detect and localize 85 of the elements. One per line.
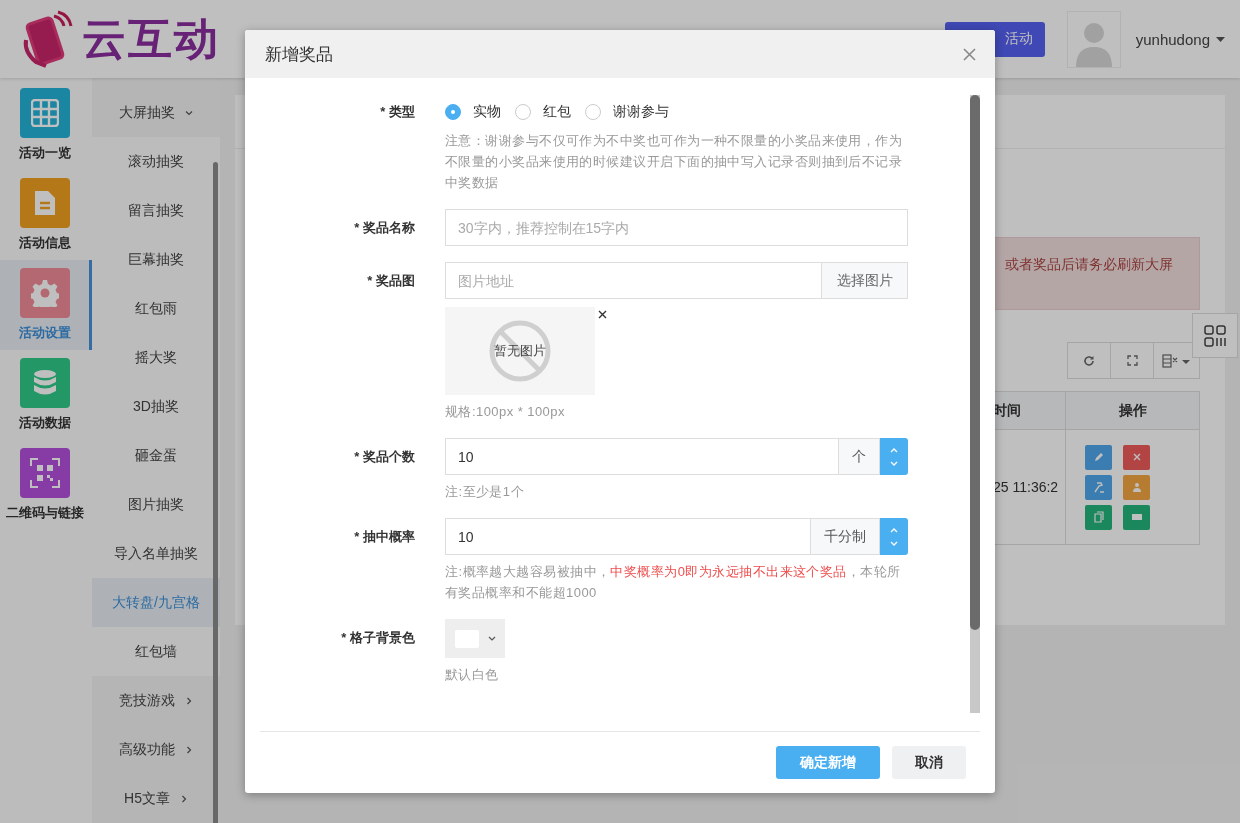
edit-button[interactable]	[1085, 444, 1112, 470]
image-url-field[interactable]: 图片地址	[445, 262, 822, 299]
alert-text: 或者奖品后请务必刷新大屏	[1005, 256, 1173, 274]
pencil-icon	[1092, 451, 1105, 463]
person-icon	[1130, 481, 1143, 493]
fullscreen-icon	[1126, 355, 1138, 366]
sidebar-label: 二维码与链接	[5, 504, 84, 522]
caret-icon[interactable]	[1216, 36, 1225, 42]
scrollbar[interactable]	[213, 162, 218, 823]
radio-option[interactable]: 谢谢参与	[585, 103, 669, 121]
refresh-icon	[1083, 354, 1095, 367]
layout-button[interactable]	[1192, 313, 1238, 358]
columns-icon	[1161, 353, 1192, 368]
field-hint: 默认白色	[445, 666, 500, 684]
sidebar-label: 活动信息	[18, 234, 71, 252]
column-header: 操作	[1065, 392, 1199, 429]
submenu-group[interactable]: 高级功能	[92, 725, 220, 774]
field-label: * 奖品图	[366, 272, 415, 290]
submenu-item[interactable]: 3D抽奖	[92, 382, 220, 431]
copy-button[interactable]	[1085, 504, 1112, 530]
sidebar-label: 活动一览	[18, 144, 71, 162]
field-label: * 类型	[379, 103, 415, 121]
submenu-item[interactable]: 滚动抽奖	[92, 137, 220, 186]
color-picker[interactable]	[445, 619, 505, 658]
sidebar-item[interactable]: 活动信息	[0, 170, 92, 260]
field-label: * 奖品个数	[353, 448, 415, 466]
submenu-item[interactable]: 图片抽奖	[92, 480, 220, 529]
scrollbar[interactable]	[970, 95, 980, 713]
submenu-group[interactable]: 大屏抽奖	[92, 88, 220, 137]
submenu-group[interactable]: 竞技游戏	[92, 676, 220, 725]
spinner-button[interactable]	[880, 438, 908, 475]
submenu-item[interactable]: 留言抽奖	[92, 186, 220, 235]
submenu-item[interactable]: 巨幕抽奖	[92, 235, 220, 284]
no-image-icon	[488, 319, 552, 383]
card-button[interactable]	[1123, 504, 1150, 530]
fullscreen-button[interactable]	[1110, 342, 1154, 379]
person-button[interactable]	[1123, 474, 1150, 500]
modal-title: 新增奖品	[265, 43, 333, 66]
field-label: * 抽中概率	[353, 528, 415, 546]
submenu-group[interactable]: H5文章	[92, 774, 220, 823]
submenu-item[interactable]: 摇大奖	[92, 333, 220, 382]
radio-button[interactable]	[445, 104, 461, 120]
submenu-group-label[interactable]: H5文章	[124, 789, 170, 808]
hammer-button[interactable]	[1085, 474, 1112, 500]
card-icon	[1130, 511, 1143, 523]
number-field[interactable]: 10	[445, 518, 811, 555]
image-preview[interactable]: 暂无图片	[445, 307, 595, 395]
remove-icon[interactable]	[598, 310, 607, 319]
refresh-button[interactable]	[1067, 342, 1111, 379]
username[interactable]: yunhudong	[1135, 30, 1210, 48]
number-field[interactable]: 10	[445, 438, 839, 475]
submenu-item[interactable]: 导入名单抽奖	[92, 529, 220, 578]
radio-option[interactable]: 实物	[445, 103, 501, 121]
chevron-down-icon	[487, 636, 496, 641]
submenu-group-label[interactable]: 高级功能	[119, 740, 175, 759]
submenu-group-label[interactable]: 大屏抽奖	[119, 103, 175, 122]
hammer-icon	[1092, 481, 1105, 493]
field-label: * 格子背景色	[340, 629, 415, 647]
copy-icon	[1092, 511, 1105, 523]
field-hint: 注:至少是1个	[445, 483, 525, 501]
delete-button[interactable]	[1123, 444, 1150, 470]
close-icon[interactable]	[963, 47, 976, 61]
logo-text: 云互动	[82, 12, 220, 65]
sidebar-item[interactable]: 二维码与链接	[0, 440, 92, 530]
sidebar-label: 活动设置	[18, 324, 71, 342]
columns-button[interactable]	[1153, 342, 1200, 379]
sidebar-label: 活动数据	[18, 414, 71, 432]
submenu-item[interactable]: 红包墙	[92, 627, 220, 676]
field-hint: 注:概率越大越容易被抽中，中奖概率为0即为永远抽不出来这个奖品，本轮所有奖品概率和不能超1000	[445, 563, 902, 602]
unit-label: 个	[839, 438, 880, 475]
prize-name-field[interactable]: 30字内，推荐控制在15字内	[445, 209, 908, 246]
submenu-item[interactable]: 红包雨	[92, 284, 220, 333]
avatar[interactable]	[1066, 10, 1121, 68]
submenu-group-label[interactable]: 竞技游戏	[119, 691, 175, 710]
spinner-button[interactable]	[880, 518, 908, 555]
field-label: * 奖品名称	[353, 219, 415, 237]
grid-icon	[1204, 324, 1226, 347]
choose-image-button[interactable]: 选择图片	[822, 262, 908, 299]
sidebar-item[interactable]: 活动一览	[0, 80, 92, 170]
sidebar-item[interactable]: 活动数据	[0, 350, 92, 440]
cancel-button[interactable]: 取消	[892, 746, 966, 779]
field-hint: 规格:100px * 100px	[445, 403, 566, 421]
submenu-item[interactable]: 砸金蛋	[92, 431, 220, 480]
radio-option[interactable]: 红包	[515, 103, 571, 121]
unit-label: 千分制	[811, 518, 880, 555]
